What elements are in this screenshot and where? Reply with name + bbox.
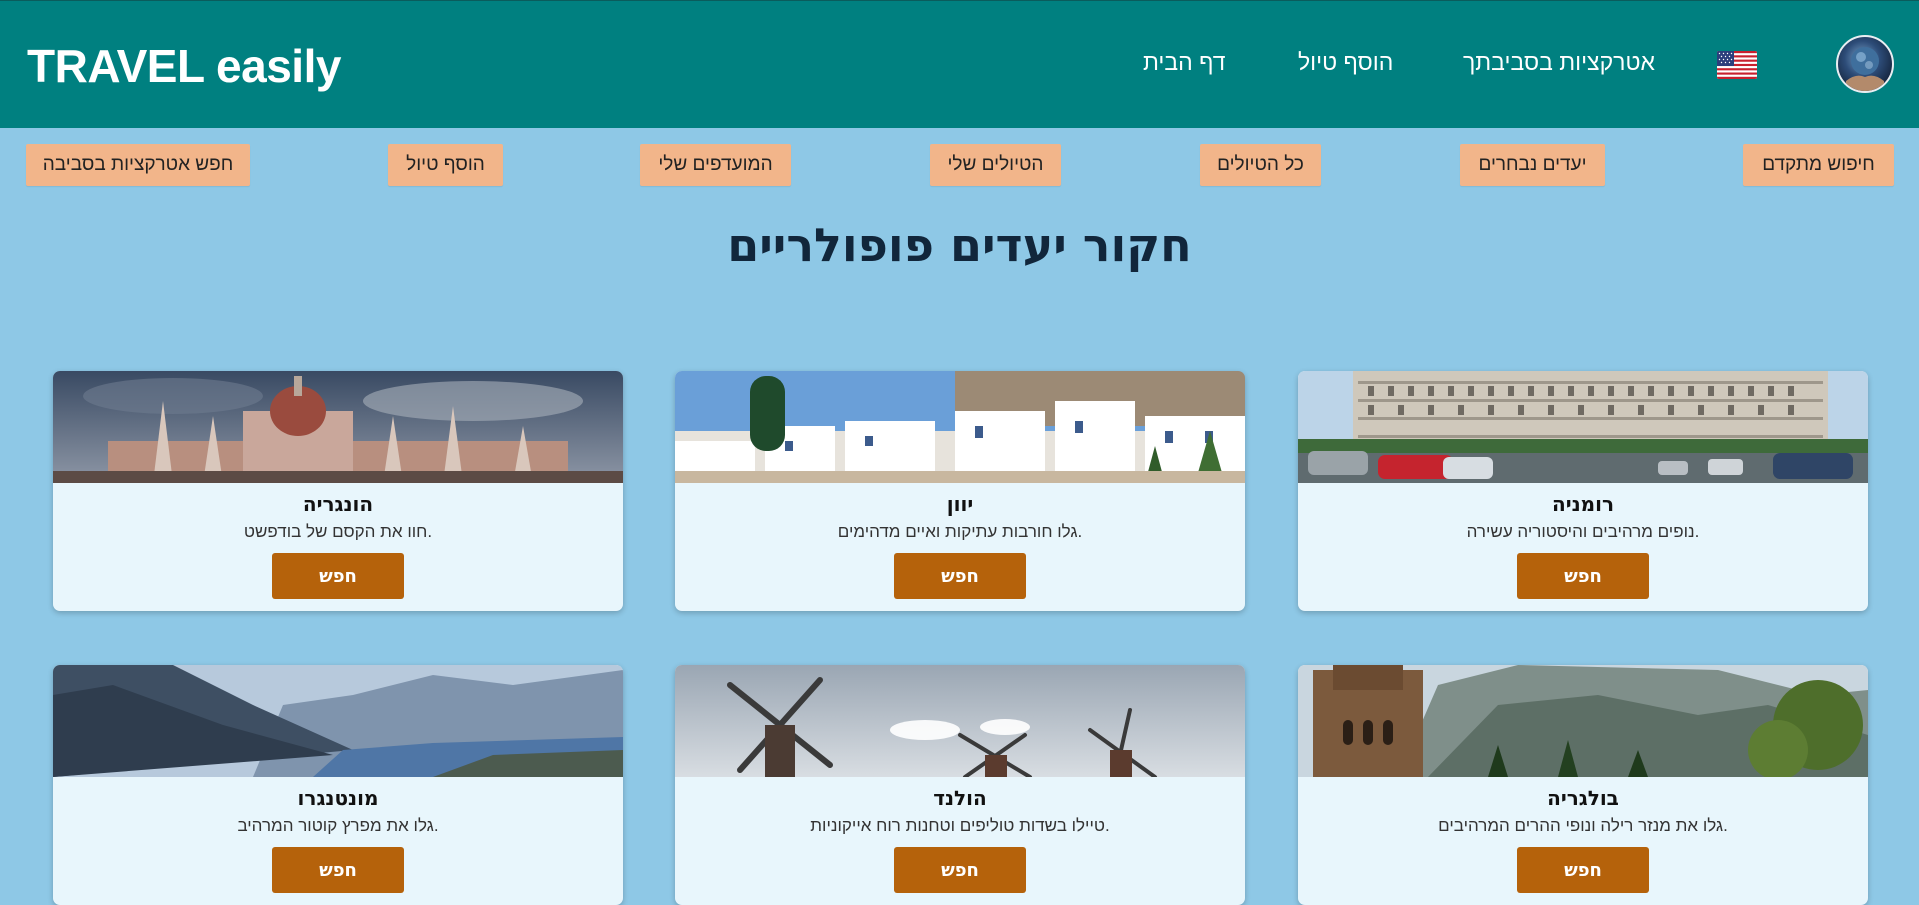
destination-card-netherlands: הולנד טיילו בשדות טוליפים וטחנות רוח איי… <box>675 665 1245 905</box>
search-button[interactable]: חפש <box>1517 847 1649 893</box>
search-button[interactable]: חפש <box>272 847 404 893</box>
destination-description: גלו את מנזר רילה ונופי ההרים המרהיבים. <box>1438 816 1728 835</box>
destination-title: הונגריה <box>302 492 374 516</box>
destination-title: בולגריה <box>1547 786 1619 810</box>
destination-image <box>675 665 1245 777</box>
page-title: חקור יעדים פופולריים <box>727 218 1192 272</box>
search-button[interactable]: חפש <box>894 553 1026 599</box>
add-trip-button[interactable]: הוסף טיול <box>388 144 503 186</box>
destination-image <box>1298 371 1868 483</box>
destination-description: טיילו בשדות טוליפים וטחנות רוח אייקוניות… <box>810 816 1110 835</box>
all-trips-button[interactable]: כל הטיולים <box>1200 144 1321 186</box>
search-button[interactable]: חפש <box>272 553 404 599</box>
destination-title: מונטנגרו <box>297 786 379 810</box>
search-button[interactable]: חפש <box>894 847 1026 893</box>
brand-logo[interactable]: TRAVEL easily <box>27 39 341 93</box>
destination-title: יוון <box>946 492 974 516</box>
search-attractions-button[interactable]: חפש אטרקציות בסביבה <box>26 144 250 186</box>
top-navbar: TRAVEL easily דף הבית הוסף טיול אטרקציות… <box>0 0 1919 128</box>
destination-title: רומניה <box>1551 492 1615 516</box>
my-trips-button[interactable]: הטיולים שלי <box>930 144 1061 186</box>
destination-card-montenegro: מונטנגרו גלו את מפרץ קוטור המרהיב. חפש <box>53 665 623 905</box>
nav-attractions[interactable]: אטרקציות בסביבתך <box>1463 49 1655 76</box>
us-flag-icon[interactable] <box>1717 51 1757 79</box>
destination-card-romania: רומניה נופים מרהיבים והיסטוריה עשירה. חפ… <box>1298 371 1868 611</box>
destination-image <box>53 665 623 777</box>
destination-description: גלו חורבות עתיקות ואיים מדהימים. <box>837 522 1083 541</box>
destination-card-greece: יוון גלו חורבות עתיקות ואיים מדהימים. חפ… <box>675 371 1245 611</box>
destination-description: חוו את הקסם של בודפשט. <box>243 522 433 541</box>
destination-card-bulgaria: בולגריה גלו את מנזר רילה ונופי ההרים המר… <box>1298 665 1868 905</box>
destination-image <box>675 371 1245 483</box>
destination-card-hungary: הונגריה חוו את הקסם של בודפשט. חפש <box>53 371 623 611</box>
my-favorites-button[interactable]: המועדפים שלי <box>640 144 791 186</box>
destination-title: הולנד <box>933 786 987 810</box>
user-avatar[interactable] <box>1836 35 1894 93</box>
advanced-search-button[interactable]: חיפוש מתקדם <box>1743 144 1894 186</box>
destination-image <box>1298 665 1868 777</box>
destination-image <box>53 371 623 483</box>
selected-destinations-button[interactable]: יעדים נבחרים <box>1460 144 1605 186</box>
destination-description: נופים מרהיבים והיסטוריה עשירה. <box>1466 522 1700 541</box>
nav-home[interactable]: דף הבית <box>1143 49 1226 76</box>
nav-add-trip[interactable]: הוסף טיול <box>1298 49 1393 76</box>
destination-description: גלו את מפרץ קוטור המרהיב. <box>237 816 439 835</box>
search-button[interactable]: חפש <box>1517 553 1649 599</box>
